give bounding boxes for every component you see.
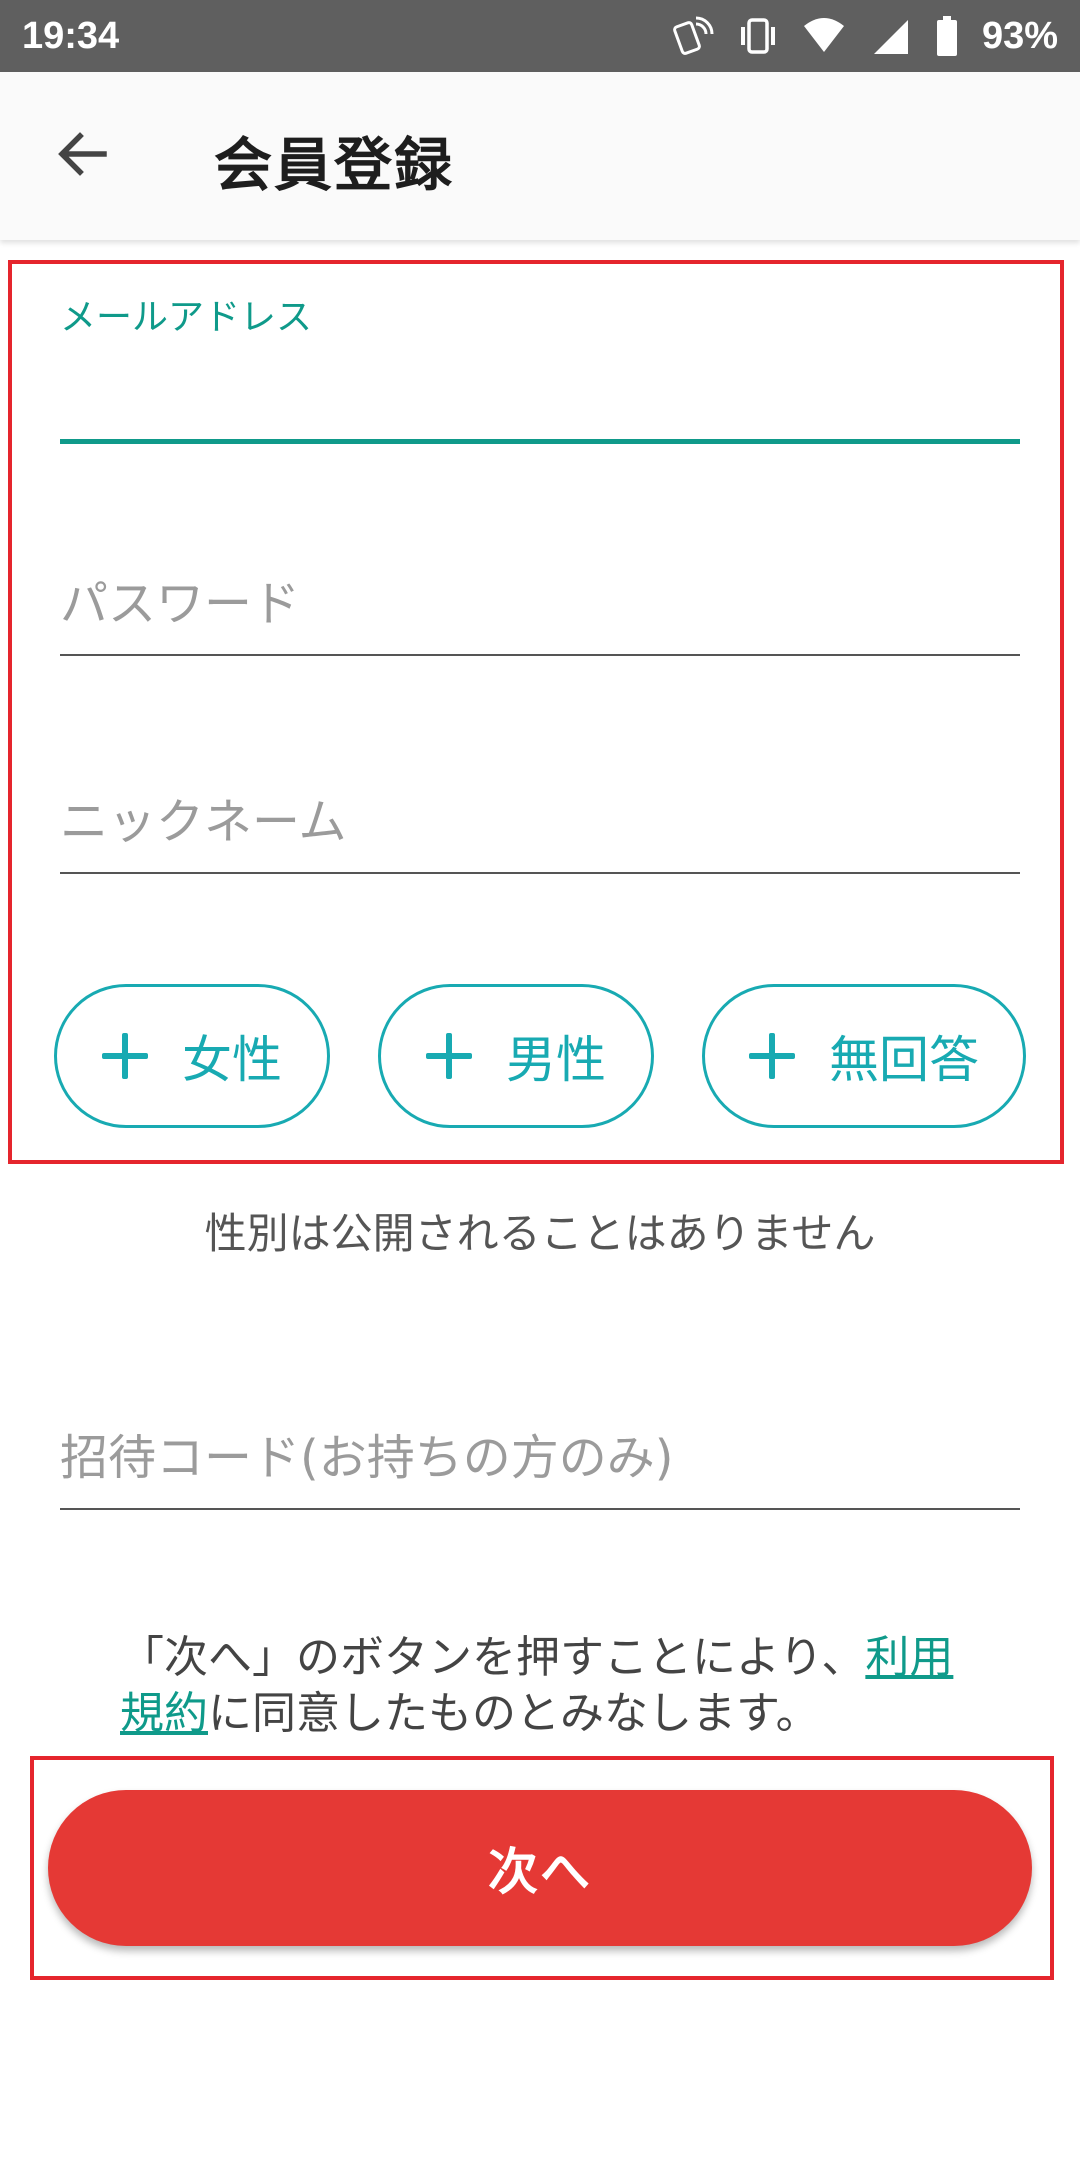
terms-text: 「次へ」のボタンを押すことにより、利用規約に同意したものとみなします。 <box>120 1630 960 1742</box>
status-time: 19:34 <box>22 14 120 57</box>
battery-icon <box>934 14 960 58</box>
invite-code-field[interactable]: 招待コード(お持ちの方のみ) <box>60 1394 1020 1510</box>
back-button[interactable] <box>42 116 122 196</box>
status-bar: 19:34 93% <box>0 0 1080 72</box>
arrow-back-icon <box>54 126 110 186</box>
password-placeholder: パスワード <box>60 576 301 632</box>
terms-suffix: に同意したものとみなします。 <box>208 1688 820 1739</box>
password-field[interactable]: パスワード <box>60 540 1020 656</box>
app-bar: 会員登録 <box>0 72 1080 240</box>
gender-female-label: 女性 <box>182 1031 282 1089</box>
plus-icon <box>102 1033 148 1079</box>
page-title: 会員登録 <box>214 131 455 199</box>
gender-note: 性別は公開されることはありません <box>204 1209 876 1258</box>
gender-male-label: 男性 <box>506 1031 606 1089</box>
gender-no-answer-button[interactable]: 無回答 <box>702 984 1026 1128</box>
vibrate-icon <box>736 14 780 58</box>
nickname-placeholder: ニックネーム <box>60 794 347 850</box>
nfc-phone-icon <box>670 14 714 58</box>
gender-female-button[interactable]: 女性 <box>54 984 330 1128</box>
gender-no-answer-label: 無回答 <box>829 1031 979 1089</box>
terms-prefix: 「次へ」のボタンを押すことにより、 <box>120 1632 866 1683</box>
battery-percent: 93% <box>981 14 1058 57</box>
status-icons: 93% <box>670 14 1058 58</box>
email-field-underline <box>60 439 1020 444</box>
nickname-field[interactable]: ニックネーム <box>60 758 1020 874</box>
wifi-icon <box>802 14 846 58</box>
nickname-field-underline <box>60 872 1020 874</box>
email-field-label: メールアドレス <box>60 297 313 338</box>
email-field[interactable] <box>60 340 1020 444</box>
plus-icon <box>426 1033 472 1079</box>
plus-icon <box>749 1033 795 1079</box>
gender-male-button[interactable]: 男性 <box>378 984 654 1128</box>
invite-code-field-underline <box>60 1508 1020 1510</box>
invite-code-placeholder: 招待コード(お持ちの方のみ) <box>60 1430 674 1486</box>
password-field-underline <box>60 654 1020 656</box>
next-button[interactable]: 次へ <box>48 1790 1032 1946</box>
signal-icon <box>868 14 912 58</box>
